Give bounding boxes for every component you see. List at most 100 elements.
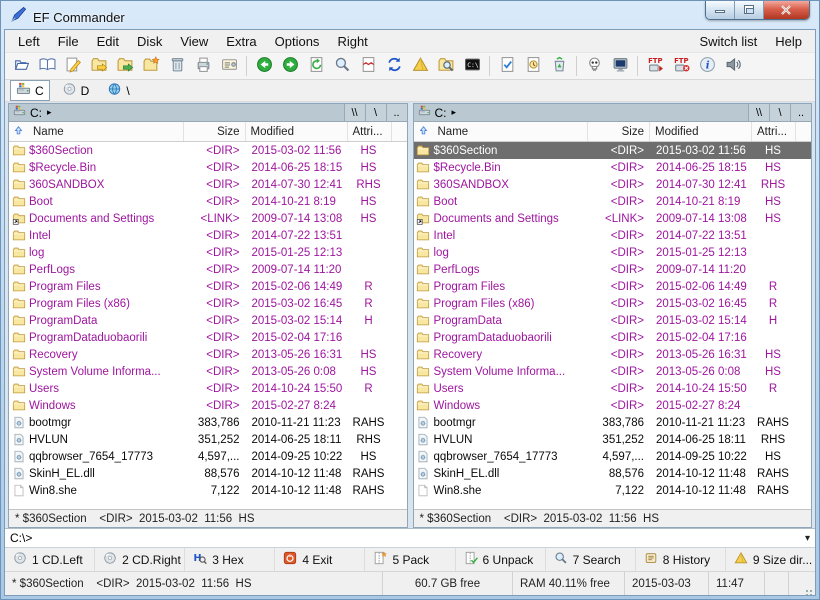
file-row[interactable]: Documents and Settings<LINK>2009-07-14 1… bbox=[9, 210, 407, 227]
fnkey-8-button[interactable]: 8 History bbox=[635, 548, 725, 571]
path-parent-button[interactable]: .. bbox=[386, 104, 407, 121]
toolbar-info-button[interactable]: i bbox=[694, 54, 720, 78]
drive-tab-network[interactable]: \ bbox=[101, 80, 135, 101]
file-row[interactable]: PerfLogs<DIR>2009-07-14 11:20 bbox=[9, 261, 407, 278]
fnkey-1-button[interactable]: 1 CD.Left bbox=[5, 548, 94, 571]
drive-tab-c[interactable]: C bbox=[10, 80, 50, 101]
toolbar-search-button[interactable] bbox=[329, 54, 355, 78]
menu-item-view[interactable]: View bbox=[171, 32, 217, 51]
toolbar-touch-button[interactable] bbox=[520, 54, 546, 78]
fnkey-7-button[interactable]: 7 Search bbox=[545, 548, 635, 571]
file-row[interactable]: $Recycle.Bin<DIR>2014-06-25 18:15HS bbox=[414, 159, 812, 176]
file-row[interactable]: $360Section<DIR>2015-03-02 11:56HS bbox=[414, 142, 812, 159]
file-row[interactable]: System Volume Informa...<DIR>2013-05-26 … bbox=[9, 363, 407, 380]
menu-item-left[interactable]: Left bbox=[9, 32, 49, 51]
toolbar-view-button[interactable] bbox=[34, 54, 60, 78]
file-row[interactable]: Program Files (x86)<DIR>2015-03-02 16:45… bbox=[414, 295, 812, 312]
toolbar-properties-button[interactable] bbox=[216, 54, 242, 78]
file-row[interactable]: Win8.she7,1222014-10-12 11:48RAHS bbox=[9, 482, 407, 499]
toolbar-move-button[interactable] bbox=[112, 54, 138, 78]
file-row[interactable]: ProgramDataduobaorili<DIR>2015-02-04 17:… bbox=[414, 329, 812, 346]
file-row[interactable]: Intel<DIR>2014-07-22 13:51 bbox=[414, 227, 812, 244]
toolbar-new-folder-button[interactable] bbox=[138, 54, 164, 78]
fnkey-2-button[interactable]: 2 CD.Right bbox=[94, 548, 184, 571]
file-row[interactable]: Program Files (x86)<DIR>2015-03-02 16:45… bbox=[9, 295, 407, 312]
toolbar-edit-button[interactable] bbox=[60, 54, 86, 78]
file-row[interactable]: SkinH_EL.dll88,5762014-10-12 11:48RAHS bbox=[414, 465, 812, 482]
column-header-size[interactable]: Size bbox=[587, 122, 649, 141]
file-row[interactable]: Users<DIR>2014-10-24 15:50R bbox=[414, 380, 812, 397]
fnkey-4-button[interactable]: 4 Exit bbox=[274, 548, 364, 571]
column-header-name[interactable]: Name bbox=[414, 122, 588, 141]
menu-item-extra[interactable]: Extra bbox=[217, 32, 265, 51]
path-parent-button[interactable]: .. bbox=[790, 104, 811, 121]
close-button[interactable] bbox=[764, 1, 809, 19]
fnkey-9-button[interactable]: 9 Size dir... bbox=[725, 548, 815, 571]
file-row[interactable]: Boot<DIR>2014-10-21 8:19HS bbox=[9, 193, 407, 210]
drive-tab-d[interactable]: D bbox=[56, 80, 96, 101]
toolbar-verify-button[interactable] bbox=[494, 54, 520, 78]
toolbar-monitor-button[interactable] bbox=[607, 54, 633, 78]
menu-item-switch-list[interactable]: Switch list bbox=[690, 32, 766, 51]
path-network-button[interactable]: \\ bbox=[748, 104, 769, 121]
column-header-attributes[interactable]: Attri... bbox=[751, 122, 795, 141]
fnkey-5-button[interactable]: 5 Pack bbox=[364, 548, 454, 571]
maximize-button[interactable] bbox=[735, 1, 764, 19]
path-network-button[interactable]: \\ bbox=[344, 104, 365, 121]
file-row[interactable]: Recovery<DIR>2013-05-26 16:31HS bbox=[9, 346, 407, 363]
file-row[interactable]: Documents and Settings<LINK>2009-07-14 1… bbox=[414, 210, 812, 227]
file-row[interactable]: 360SANDBOX<DIR>2014-07-30 12:41RHS bbox=[414, 176, 812, 193]
toolbar-open-button[interactable] bbox=[8, 54, 34, 78]
toolbar-split-button[interactable] bbox=[355, 54, 381, 78]
column-header-modified[interactable]: Modified bbox=[649, 122, 751, 141]
file-row[interactable]: $360Section<DIR>2015-03-02 11:56HS bbox=[9, 142, 407, 159]
file-row[interactable]: Windows<DIR>2015-02-27 8:24 bbox=[414, 397, 812, 414]
file-row[interactable]: ProgramData<DIR>2015-03-02 15:14H bbox=[9, 312, 407, 329]
menu-item-edit[interactable]: Edit bbox=[88, 32, 128, 51]
file-row[interactable]: Users<DIR>2014-10-24 15:50R bbox=[9, 380, 407, 397]
toolbar-back-button[interactable] bbox=[251, 54, 277, 78]
file-row[interactable]: Intel<DIR>2014-07-22 13:51 bbox=[9, 227, 407, 244]
toolbar-refresh-button[interactable] bbox=[303, 54, 329, 78]
menu-item-right[interactable]: Right bbox=[328, 32, 376, 51]
file-row[interactable]: Program Files<DIR>2015-02-06 14:49R bbox=[9, 278, 407, 295]
toolbar-sync-button[interactable] bbox=[381, 54, 407, 78]
column-header-name[interactable]: Name bbox=[9, 122, 183, 141]
fnkey-6-button[interactable]: 6 Unpack bbox=[455, 548, 545, 571]
file-row[interactable]: bootmgr383,7862010-11-21 11:23RAHS bbox=[414, 414, 812, 431]
toolbar-skull-button[interactable] bbox=[581, 54, 607, 78]
file-row[interactable]: HVLUN351,2522014-06-25 18:11RHS bbox=[9, 431, 407, 448]
path-bar-right[interactable]: C:▸\\\.. bbox=[414, 104, 812, 122]
resize-grip[interactable] bbox=[810, 590, 812, 592]
file-row[interactable]: qqbrowser_7654_177734,597,...2014-09-25 … bbox=[414, 448, 812, 465]
file-row[interactable]: bootmgr383,7862010-11-21 11:23RAHS bbox=[9, 414, 407, 431]
toolbar-ftp-disconnect-button[interactable]: FTP bbox=[668, 54, 694, 78]
file-row[interactable]: Program Files<DIR>2015-02-06 14:49R bbox=[414, 278, 812, 295]
toolbar-sound-button[interactable] bbox=[720, 54, 746, 78]
path-root-button[interactable]: \ bbox=[769, 104, 790, 121]
file-row[interactable]: Recovery<DIR>2013-05-26 16:31HS bbox=[414, 346, 812, 363]
command-history-dropdown-icon[interactable]: ▾ bbox=[805, 533, 810, 544]
path-bar-left[interactable]: C:▸\\\.. bbox=[9, 104, 407, 122]
file-row[interactable]: SkinH_EL.dll88,5762014-10-12 11:48RAHS bbox=[9, 465, 407, 482]
menu-item-disk[interactable]: Disk bbox=[128, 32, 171, 51]
toolbar-cmd-button[interactable]: C:\ bbox=[459, 54, 485, 78]
toolbar-pack-button[interactable] bbox=[407, 54, 433, 78]
file-row[interactable]: Windows<DIR>2015-02-27 8:24 bbox=[9, 397, 407, 414]
file-row[interactable]: ProgramData<DIR>2015-03-02 15:14H bbox=[414, 312, 812, 329]
toolbar-ftp-connect-button[interactable]: FTP bbox=[642, 54, 668, 78]
file-row[interactable]: ProgramDataduobaorili<DIR>2015-02-04 17:… bbox=[9, 329, 407, 346]
toolbar-copy-button[interactable] bbox=[86, 54, 112, 78]
file-row[interactable]: PerfLogs<DIR>2009-07-14 11:20 bbox=[414, 261, 812, 278]
file-row[interactable]: $Recycle.Bin<DIR>2014-06-25 18:15HS bbox=[9, 159, 407, 176]
file-row[interactable]: log<DIR>2015-01-25 12:13 bbox=[9, 244, 407, 261]
menu-item-options[interactable]: Options bbox=[266, 32, 329, 51]
column-header-attributes[interactable]: Attri... bbox=[347, 122, 391, 141]
column-header-size[interactable]: Size bbox=[183, 122, 245, 141]
toolbar-browse-button[interactable] bbox=[433, 54, 459, 78]
menu-item-help[interactable]: Help bbox=[766, 32, 811, 51]
toolbar-delete-button[interactable] bbox=[164, 54, 190, 78]
toolbar-recycle-bin-button[interactable] bbox=[546, 54, 572, 78]
file-row[interactable]: Boot<DIR>2014-10-21 8:19HS bbox=[414, 193, 812, 210]
toolbar-forward-button[interactable] bbox=[277, 54, 303, 78]
